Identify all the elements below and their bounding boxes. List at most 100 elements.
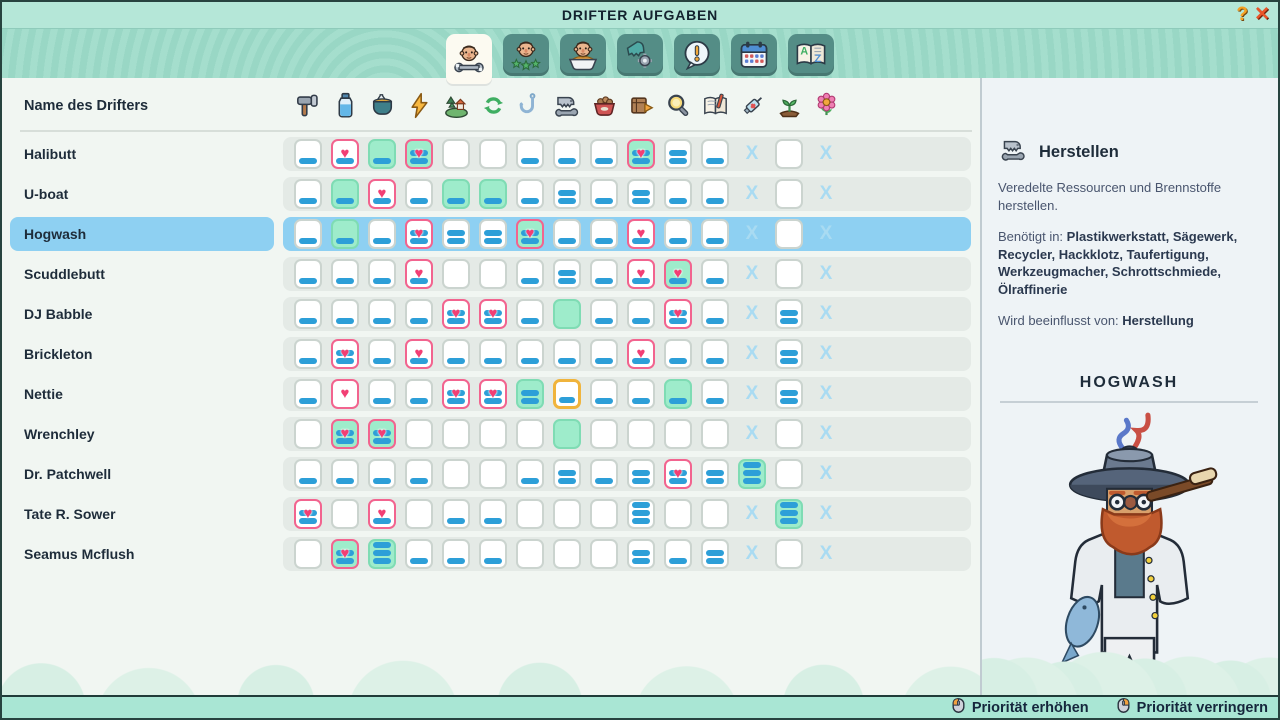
task-cell[interactable]: ♥ <box>664 299 692 329</box>
task-cell[interactable] <box>294 179 322 209</box>
task-cell[interactable]: ♥ <box>479 299 507 329</box>
close-button[interactable]: ✕ <box>1254 3 1270 27</box>
task-cell[interactable] <box>368 339 396 369</box>
task-cell[interactable] <box>590 219 618 249</box>
task-cell[interactable] <box>627 419 655 449</box>
help-button[interactable]: ? <box>1236 3 1248 27</box>
task-cell[interactable] <box>664 139 692 169</box>
task-cell[interactable] <box>479 419 507 449</box>
task-cell[interactable] <box>627 499 655 529</box>
drifter-name[interactable]: DJ Babble <box>24 306 92 322</box>
task-cell[interactable]: ♥ <box>294 499 322 529</box>
task-cell[interactable] <box>516 259 544 289</box>
task-cell[interactable] <box>701 179 729 209</box>
tab-drifter-wrench[interactable] <box>446 34 492 84</box>
task-cell[interactable] <box>331 259 359 289</box>
task-cell[interactable] <box>590 539 618 569</box>
task-cell[interactable] <box>442 219 470 249</box>
task-cell[interactable] <box>553 379 581 409</box>
task-cell[interactable] <box>553 139 581 169</box>
task-cell[interactable] <box>553 299 581 329</box>
task-cell[interactable]: ♥ <box>516 219 544 249</box>
task-cell[interactable]: ♥ <box>331 539 359 569</box>
task-cell[interactable] <box>294 139 322 169</box>
task-cell[interactable] <box>368 459 396 489</box>
task-cell[interactable] <box>701 219 729 249</box>
task-cell[interactable] <box>442 339 470 369</box>
task-cell[interactable]: ♥ <box>368 499 396 529</box>
task-cell[interactable] <box>405 539 433 569</box>
task-cell[interactable] <box>405 379 433 409</box>
task-cell[interactable] <box>479 339 507 369</box>
task-cell[interactable] <box>479 539 507 569</box>
task-cell[interactable] <box>368 299 396 329</box>
task-cell[interactable] <box>442 139 470 169</box>
task-cell[interactable] <box>701 459 729 489</box>
task-cell[interactable] <box>553 539 581 569</box>
drifter-name[interactable]: Hogwash <box>24 226 86 242</box>
task-cell[interactable] <box>516 339 544 369</box>
task-cell[interactable] <box>775 259 803 289</box>
task-cell[interactable] <box>553 219 581 249</box>
task-cell[interactable] <box>442 419 470 449</box>
task-cell[interactable] <box>775 379 803 409</box>
drifter-name[interactable]: Halibutt <box>24 146 76 162</box>
task-cell[interactable] <box>479 219 507 249</box>
task-cell[interactable] <box>627 179 655 209</box>
task-cell[interactable]: ♥ <box>664 459 692 489</box>
task-cell[interactable] <box>664 219 692 249</box>
task-cell[interactable] <box>331 219 359 249</box>
task-cell[interactable] <box>294 419 322 449</box>
task-cell[interactable] <box>479 499 507 529</box>
tab-saw-gear[interactable] <box>617 34 663 76</box>
task-cell[interactable] <box>627 379 655 409</box>
task-cell[interactable] <box>775 339 803 369</box>
task-cell[interactable] <box>331 179 359 209</box>
task-cell[interactable]: ♥ <box>405 259 433 289</box>
task-cell[interactable]: ♥ <box>405 139 433 169</box>
task-cell[interactable] <box>701 499 729 529</box>
task-cell[interactable] <box>331 299 359 329</box>
task-cell[interactable] <box>294 299 322 329</box>
task-cell[interactable] <box>479 179 507 209</box>
task-cell[interactable] <box>442 459 470 489</box>
task-cell[interactable] <box>405 299 433 329</box>
task-cell[interactable] <box>479 259 507 289</box>
task-cell[interactable] <box>590 139 618 169</box>
task-cell[interactable] <box>294 219 322 249</box>
tab-alert-bubble[interactable] <box>674 34 720 76</box>
task-cell[interactable] <box>664 419 692 449</box>
task-cell[interactable] <box>479 459 507 489</box>
task-cell[interactable]: ♥ <box>442 379 470 409</box>
task-cell[interactable] <box>516 299 544 329</box>
task-cell[interactable] <box>553 339 581 369</box>
task-cell[interactable] <box>405 179 433 209</box>
task-cell[interactable] <box>590 379 618 409</box>
task-cell[interactable] <box>664 379 692 409</box>
task-cell[interactable] <box>590 459 618 489</box>
task-cell[interactable] <box>331 459 359 489</box>
task-cell[interactable] <box>590 339 618 369</box>
task-cell[interactable] <box>294 339 322 369</box>
task-cell[interactable] <box>701 339 729 369</box>
task-cell[interactable] <box>516 539 544 569</box>
task-cell[interactable] <box>516 139 544 169</box>
task-cell[interactable] <box>775 299 803 329</box>
task-cell[interactable] <box>590 299 618 329</box>
drifter-name[interactable]: Scuddlebutt <box>24 266 105 282</box>
task-cell[interactable] <box>775 219 803 249</box>
task-cell[interactable] <box>294 539 322 569</box>
task-cell[interactable] <box>775 499 803 529</box>
task-cell[interactable]: ♥ <box>331 379 359 409</box>
drifter-name[interactable]: Tate R. Sower <box>24 506 116 522</box>
task-cell[interactable] <box>553 419 581 449</box>
task-cell[interactable] <box>405 419 433 449</box>
task-cell[interactable] <box>701 379 729 409</box>
drifter-name[interactable]: U-boat <box>24 186 68 202</box>
task-cell[interactable] <box>775 459 803 489</box>
task-cell[interactable] <box>701 259 729 289</box>
task-cell[interactable] <box>664 339 692 369</box>
task-cell[interactable] <box>405 459 433 489</box>
task-cell[interactable] <box>516 419 544 449</box>
task-cell[interactable] <box>701 139 729 169</box>
